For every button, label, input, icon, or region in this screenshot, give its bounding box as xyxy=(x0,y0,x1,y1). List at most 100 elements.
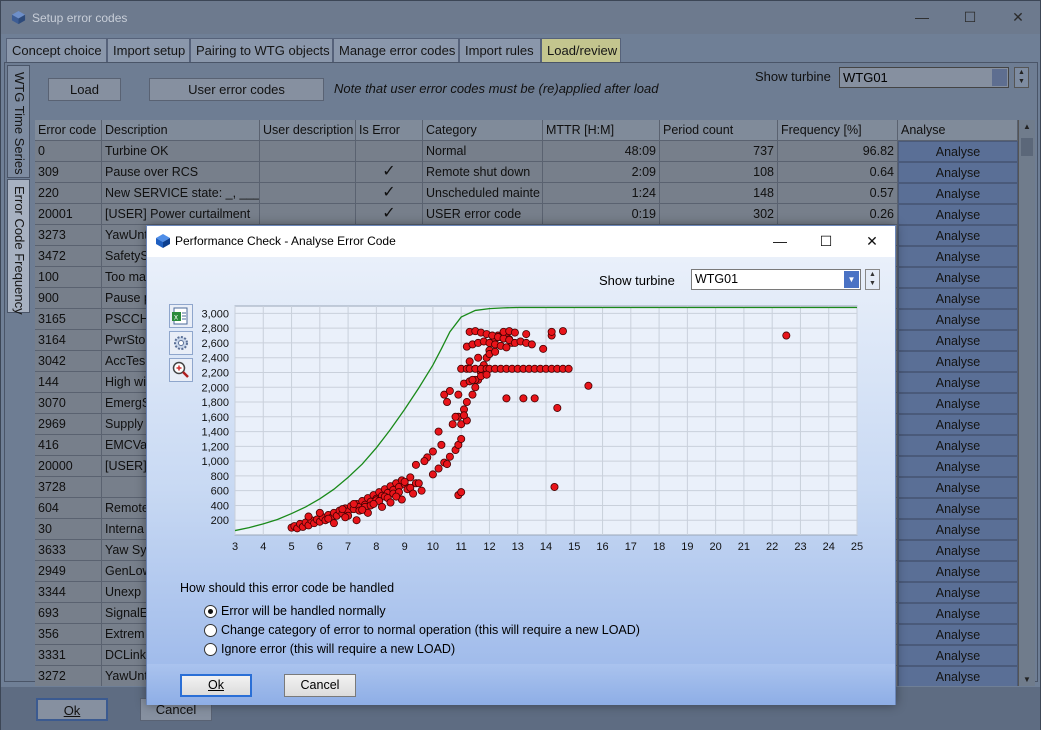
dialog-footer: Ok Cancel xyxy=(147,664,895,705)
analyse-button[interactable]: Analyse xyxy=(898,288,1018,309)
load-button[interactable]: Load xyxy=(48,78,121,101)
scatter-point xyxy=(443,460,452,469)
radio-unselected-icon[interactable] xyxy=(204,643,217,656)
col-user-description-cell xyxy=(260,162,356,183)
scatter-point xyxy=(553,403,562,412)
analyse-button[interactable]: Analyse xyxy=(898,393,1018,414)
scroll-up-icon[interactable]: ▲ xyxy=(1023,122,1031,131)
tab-pairing[interactable]: Pairing to WTG objects xyxy=(190,38,333,62)
col-user-description-header[interactable]: User description xyxy=(260,120,356,141)
analyse-button[interactable]: Analyse xyxy=(898,351,1018,372)
scatter-point xyxy=(400,477,409,486)
scatter-point xyxy=(428,470,437,479)
analyse-button[interactable]: Analyse xyxy=(898,204,1018,225)
turbine-spinner[interactable]: ▲ ▼ xyxy=(1014,67,1029,88)
side-tab-label: Error Code Frequency xyxy=(12,186,27,315)
minimize-icon[interactable]: — xyxy=(757,226,803,257)
user-error-codes-button[interactable]: User error codes xyxy=(149,78,324,101)
col-analyse-header[interactable]: Analyse xyxy=(898,120,1018,141)
analyse-button[interactable]: Analyse xyxy=(898,666,1018,686)
table-row[interactable]: 20001 [USER] Power curtailment ✓ USER error… xyxy=(35,204,1018,225)
analyse-button[interactable]: Analyse xyxy=(898,414,1018,435)
radio-selected-icon[interactable] xyxy=(204,605,217,618)
col-error-code-cell: 3331 xyxy=(35,645,102,666)
grid-scrollbar[interactable]: ▲ ▼ xyxy=(1018,120,1035,686)
zoom-icon[interactable] xyxy=(169,358,193,382)
analyse-button[interactable]: Analyse xyxy=(898,372,1018,393)
export-excel-icon[interactable]: x xyxy=(169,304,193,328)
close-icon[interactable]: ✕ xyxy=(995,1,1041,33)
ok-button[interactable]: Ok xyxy=(36,698,108,721)
analyse-button[interactable]: Analyse xyxy=(898,561,1018,582)
analyse-button[interactable]: Analyse xyxy=(898,540,1018,561)
analyse-button[interactable]: Analyse xyxy=(898,183,1018,204)
analyse-button[interactable]: Analyse xyxy=(898,456,1018,477)
scatter-point xyxy=(468,390,477,399)
analyse-button[interactable]: Analyse xyxy=(898,309,1018,330)
analyse-button[interactable]: Analyse xyxy=(898,477,1018,498)
col-error-code-cell: 3273 xyxy=(35,225,102,246)
tab-manage-error-codes[interactable]: Manage error codes xyxy=(333,38,459,62)
maximize-icon[interactable]: ☐ xyxy=(947,1,993,33)
analyse-button[interactable]: Analyse xyxy=(898,498,1018,519)
tab-import-setup[interactable]: Import setup xyxy=(107,38,190,62)
analyse-button[interactable]: Analyse xyxy=(898,645,1018,666)
col-error-code-header[interactable]: Error code xyxy=(35,120,102,141)
col-error-code-cell: 900 xyxy=(35,288,102,309)
x-tick-label: 15 xyxy=(568,541,580,553)
col-error-code-cell: 144 xyxy=(35,372,102,393)
col-category-header[interactable]: Category xyxy=(423,120,543,141)
scatter-point xyxy=(420,457,429,466)
col-description-cell: Pause over RCS xyxy=(102,162,260,183)
minimize-icon[interactable]: — xyxy=(899,1,945,33)
analyse-button[interactable]: Analyse xyxy=(898,603,1018,624)
chevron-down-icon[interactable]: ▼ xyxy=(844,271,859,288)
scroll-down-icon[interactable]: ▼ xyxy=(1023,675,1031,684)
analyse-button[interactable]: Analyse xyxy=(898,330,1018,351)
analyse-button[interactable]: Analyse xyxy=(898,624,1018,645)
col-error-code-cell: 20001 xyxy=(35,204,102,225)
maximize-icon[interactable]: ☐ xyxy=(803,226,849,257)
side-tab-error-code-frequency[interactable]: Error Code Frequency xyxy=(7,179,30,315)
turbine-select[interactable]: WTG01 xyxy=(839,67,1009,88)
scatter-point xyxy=(378,502,387,511)
table-row[interactable]: 0 Turbine OK Normal 48:09 737 96.82 Analyse xyxy=(35,141,1018,162)
y-tick-label: 200 xyxy=(211,515,229,527)
col-error-code-cell: 3165 xyxy=(35,309,102,330)
col-frequency-cell: 0.57 xyxy=(778,183,898,204)
col-mttr-header[interactable]: MTTR [H:M] xyxy=(543,120,660,141)
col-category-cell: Normal xyxy=(423,141,543,162)
dialog-ok-button[interactable]: Ok xyxy=(180,674,252,697)
analyse-button[interactable]: Analyse xyxy=(898,582,1018,603)
tab-import-rules[interactable]: Import rules xyxy=(459,38,541,62)
scatter-point xyxy=(468,375,477,384)
scroll-thumb[interactable] xyxy=(1021,138,1033,156)
col-is-error-header[interactable]: Is Error xyxy=(356,120,423,141)
analyse-button[interactable]: Analyse xyxy=(898,225,1018,246)
col-user-description-cell xyxy=(260,183,356,204)
dialog-cancel-button[interactable]: Cancel xyxy=(284,674,356,697)
radio-unselected-icon[interactable] xyxy=(204,624,217,637)
close-icon[interactable]: ✕ xyxy=(849,226,895,257)
col-period-count-header[interactable]: Period count xyxy=(660,120,778,141)
dialog-turbine-select[interactable]: WTG01 ▼ xyxy=(691,269,861,290)
table-row[interactable]: 220 New SERVICE state: _, ___ ✓ Unscheduled… xyxy=(35,183,1018,204)
side-tab-wtg-time-series[interactable]: WTG Time Series xyxy=(7,65,30,178)
col-frequency-header[interactable]: Frequency [%] xyxy=(778,120,898,141)
analyse-button[interactable]: Analyse xyxy=(898,267,1018,288)
analyse-button[interactable]: Analyse xyxy=(898,162,1018,183)
tab-concept-choice[interactable]: Concept choice xyxy=(6,38,107,62)
side-tab-label: WTG Time Series xyxy=(12,72,27,175)
col-description-header[interactable]: Description xyxy=(102,120,260,141)
dialog-show-turbine-label: Show turbine xyxy=(599,273,675,288)
y-tick-label: 400 xyxy=(211,500,229,512)
analyse-button[interactable]: Analyse xyxy=(898,435,1018,456)
analyse-button[interactable]: Analyse xyxy=(898,519,1018,540)
analyse-button[interactable]: Analyse xyxy=(898,246,1018,267)
analyse-button[interactable]: Analyse xyxy=(898,141,1018,162)
settings-gear-icon[interactable] xyxy=(169,331,193,355)
table-row[interactable]: 309 Pause over RCS ✓ Remote shut down 2:09 10… xyxy=(35,162,1018,183)
dialog-turbine-spinner[interactable]: ▲ ▼ xyxy=(865,269,880,290)
tab-load-review[interactable]: Load/review xyxy=(541,38,621,62)
chevron-down-icon[interactable] xyxy=(992,69,1007,86)
